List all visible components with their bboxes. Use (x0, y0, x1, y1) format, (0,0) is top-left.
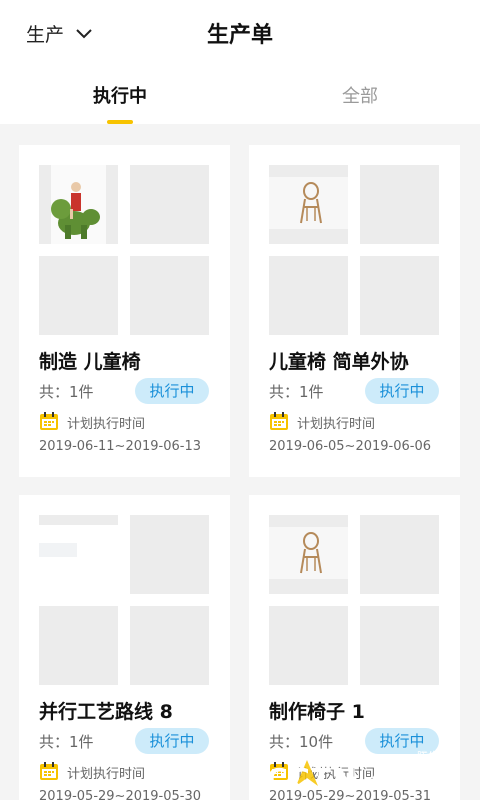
date-range: 2019-05-29~2019-05-30 (39, 789, 201, 800)
production-order-card[interactable]: 并行工艺路线 8 共：1件 执行中 计划执行时间 2019-05-29~2019… (19, 495, 230, 800)
plan-time-label: 计划执行时间 (67, 767, 146, 782)
active-tab-indicator (107, 120, 133, 124)
card-title: 儿童椅 简单外协 (269, 351, 409, 373)
placeholder-image (269, 606, 348, 685)
top-bar: 生产 生产单 (0, 0, 480, 66)
placeholder-image (130, 165, 209, 244)
item-count: 共：1件 (39, 383, 94, 401)
tab-all[interactable]: 全部 (240, 82, 480, 108)
page-title: 生产单 (206, 23, 273, 48)
plan-time-label: 计划执行时间 (297, 417, 376, 432)
card-title: 制造 儿童椅 (39, 351, 141, 373)
placeholder-image (39, 256, 118, 335)
calendar-icon (40, 762, 58, 780)
placeholder-image (360, 515, 439, 594)
placeholder-image (269, 256, 348, 335)
placeholder-image (360, 606, 439, 685)
item-count: 共：1件 (39, 733, 94, 751)
status-badge: 执行中 (365, 378, 439, 404)
status-badge: 执行中 (135, 728, 209, 754)
placeholder-image (39, 606, 118, 685)
plan-time-label: 计划执行时间 (67, 417, 146, 432)
placeholder-image (130, 515, 209, 594)
date-range: 2019-06-11~2019-06-13 (39, 439, 201, 454)
production-order-card[interactable]: 儿童椅 简单外协 共：1件 执行中 计划执行时间 2019-06-05~2019… (249, 145, 460, 477)
card-title: 并行工艺路线 8 (39, 701, 173, 723)
tab-in-progress[interactable]: 执行中 (0, 82, 240, 108)
item-count: 共：1件 (269, 383, 324, 401)
placeholder-image (360, 256, 439, 335)
placeholder-image (360, 165, 439, 244)
wooden-chair-image (269, 165, 348, 244)
tab-bar: 执行中 全部 (0, 66, 480, 124)
date-range: 2019-06-05~2019-06-06 (269, 439, 431, 454)
calendar-icon (270, 412, 288, 430)
wooden-chair-image (269, 515, 348, 594)
placeholder-image (39, 515, 118, 594)
green-horse-chair-image (39, 165, 118, 244)
site-watermark: 腾牛网 CCTN.com (262, 748, 472, 800)
card-title: 制作椅子 1 (269, 701, 365, 723)
placeholder-image (130, 606, 209, 685)
production-order-card[interactable]: 制造 儿童椅 共：1件 执行中 计划执行时间 2019-06-11~2019-0… (19, 145, 230, 477)
calendar-icon (40, 412, 58, 430)
watermark-text: CCTN.com (266, 762, 442, 795)
placeholder-image (130, 256, 209, 335)
status-badge: 执行中 (135, 378, 209, 404)
